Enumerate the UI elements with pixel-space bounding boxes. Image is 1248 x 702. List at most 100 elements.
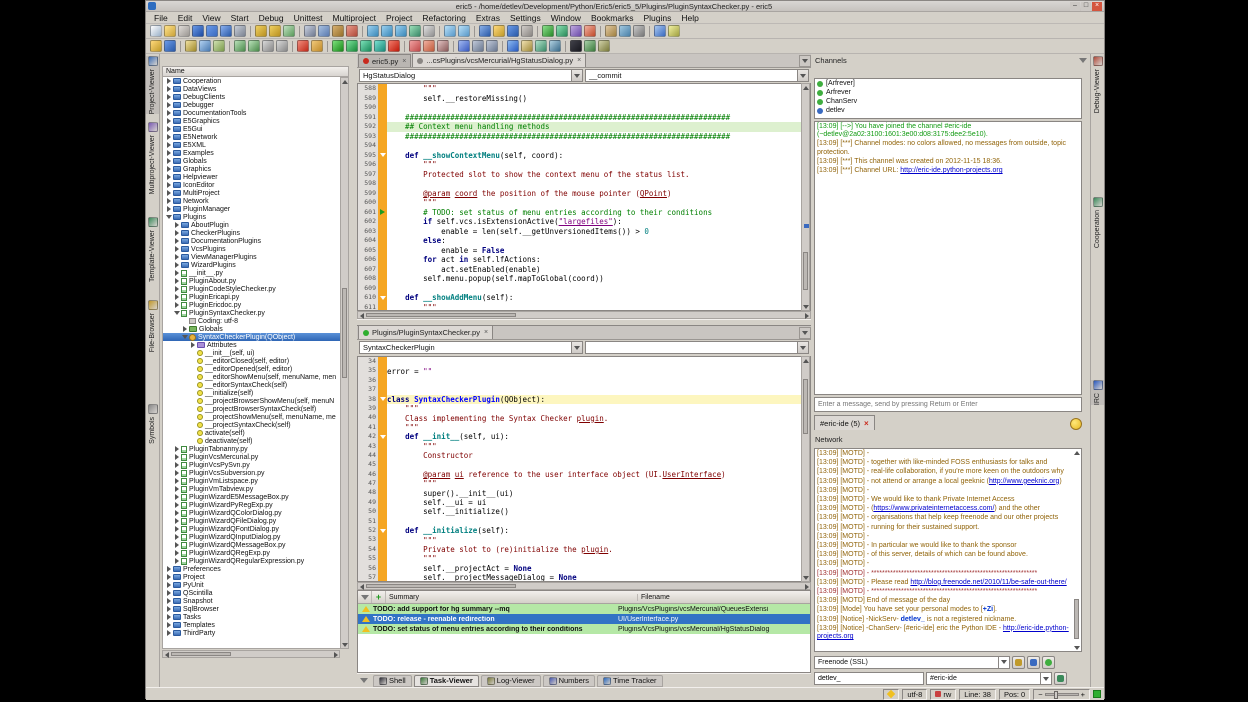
tree-expander[interactable]	[173, 254, 180, 260]
menu-view[interactable]: View	[197, 13, 225, 23]
channel-combo[interactable]: #eric-ide	[926, 672, 1052, 685]
close-icon[interactable]: ×	[484, 329, 488, 336]
tree-item[interactable]: DataViews	[163, 85, 348, 93]
code-line[interactable]: 40 Class implementing the Syntax Checker…	[358, 413, 810, 422]
tree-item[interactable]: Network	[163, 197, 348, 205]
step-over-icon[interactable]	[360, 40, 372, 52]
fold-margin[interactable]	[378, 413, 387, 422]
code-line[interactable]: 38class SyntaxCheckerPlugin(QObject):	[358, 395, 810, 404]
tree-item[interactable]: PluginSyntaxChecker.py	[163, 309, 348, 317]
close-project-icon[interactable]	[521, 25, 533, 37]
mail-icon[interactable]	[521, 40, 533, 52]
fold-margin[interactable]	[378, 84, 387, 94]
fold-margin[interactable]	[378, 517, 387, 526]
step-icon[interactable]	[346, 40, 358, 52]
fold-margin[interactable]	[378, 526, 387, 535]
tree-item[interactable]: PluginWizardQRegExp.py	[163, 549, 348, 557]
tree-expander[interactable]	[173, 311, 180, 315]
tree-item[interactable]: PyUnit	[163, 581, 348, 589]
fold-margin[interactable]	[378, 488, 387, 497]
tree-item[interactable]: DocumentationPlugins	[163, 237, 348, 245]
tree-header[interactable]: Name	[162, 66, 349, 77]
tree-item[interactable]: PluginWizardQInputDialog.py	[163, 533, 348, 541]
user-list-item[interactable]: [Arfrever]	[815, 79, 1081, 88]
tree-expander[interactable]	[165, 134, 172, 140]
fold-margin[interactable]	[378, 160, 387, 170]
code-line[interactable]: 51	[358, 517, 810, 526]
tree-item[interactable]: PluginWizardPyRegExp.py	[163, 501, 348, 509]
tree-expander[interactable]	[173, 550, 180, 556]
code-line[interactable]: 49 self.__ui = ui	[358, 498, 810, 507]
code-line[interactable]: 53 """	[358, 535, 810, 544]
indent-icon[interactable]	[262, 40, 274, 52]
identity-icon[interactable]	[1027, 656, 1040, 669]
cut-icon[interactable]	[304, 25, 316, 37]
code-line[interactable]: 601 # TODO: set status of menu entries a…	[358, 208, 810, 218]
fold-margin[interactable]	[378, 198, 387, 208]
save-multiproject-icon[interactable]	[164, 40, 176, 52]
tree-item[interactable]: PluginVcsPySvn.py	[163, 461, 348, 469]
tree-item[interactable]: Cooperation	[163, 77, 348, 85]
top-editor-vscrollbar[interactable]	[801, 83, 810, 311]
tree-expander[interactable]	[165, 622, 172, 628]
tree-expander[interactable]	[173, 222, 180, 228]
menu-settings[interactable]: Settings	[505, 13, 546, 23]
west-tab-project-viewer[interactable]: Project-Viewer	[146, 56, 159, 114]
unindent-icon[interactable]	[276, 40, 288, 52]
fold-margin[interactable]	[378, 113, 387, 123]
fold-margin[interactable]	[378, 103, 387, 113]
tree-item[interactable]: __editorClosed(self, editor)	[163, 357, 348, 365]
tree-expander[interactable]	[165, 166, 172, 172]
autocomplete-icon[interactable]	[199, 40, 211, 52]
code-line[interactable]: 41 """	[358, 423, 810, 432]
code-line[interactable]: 54 Private slot to (re)initialize the pl…	[358, 545, 810, 554]
tree-expander[interactable]	[165, 94, 172, 100]
tree-expander[interactable]	[165, 118, 172, 124]
code-line[interactable]: 590	[358, 103, 810, 113]
tree-item[interactable]: PluginWizardQFileDialog.py	[163, 517, 348, 525]
tree-item[interactable]: __editorSyntaxCheck(self)	[163, 381, 348, 389]
profile-script-icon[interactable]	[570, 25, 582, 37]
fold-margin[interactable]	[378, 132, 387, 142]
fold-margin[interactable]	[378, 303, 387, 312]
south-tab-time-tracker[interactable]: Time Tracker	[597, 675, 662, 687]
tree-expander[interactable]	[173, 278, 180, 284]
class-combo[interactable]: SyntaxCheckerPlugin	[359, 341, 583, 354]
network-dock-header[interactable]: Network	[812, 433, 1090, 446]
channels-dock-header[interactable]: Channels	[812, 54, 1090, 67]
log-window-icon[interactable]	[598, 40, 610, 52]
code-line[interactable]: 35error = ""	[358, 366, 810, 375]
tree-item[interactable]: VcsPlugins	[163, 245, 348, 253]
fold-margin[interactable]	[378, 545, 387, 554]
tree-expander[interactable]	[173, 478, 180, 484]
tree-item[interactable]: SyntaxCheckerPlugin(QObject)	[163, 333, 348, 341]
join-channel-icon[interactable]	[1054, 672, 1067, 685]
network-messages[interactable]: [13:09] [MOTD] -[13:09] [MOTD] - togethe…	[814, 448, 1082, 652]
code-line[interactable]: 605 enable = False	[358, 246, 810, 256]
tree-expander[interactable]	[165, 142, 172, 148]
filter-icon[interactable]	[357, 675, 371, 687]
tree-expander[interactable]	[165, 102, 172, 108]
plugin-repository-icon[interactable]	[549, 40, 561, 52]
tree-item[interactable]: PluginEricapi.py	[163, 293, 348, 301]
fold-margin[interactable]	[378, 179, 387, 189]
chevron-down-icon[interactable]	[571, 70, 582, 81]
nickname-input[interactable]	[814, 672, 924, 685]
tree-expander[interactable]	[173, 470, 180, 476]
undo-icon[interactable]	[255, 25, 267, 37]
chevron-down-icon[interactable]	[797, 342, 808, 353]
chevron-down-icon[interactable]	[797, 70, 808, 81]
west-tab-template-viewer[interactable]: Template-Viewer	[146, 217, 159, 282]
menu-refactoring[interactable]: Refactoring	[417, 13, 470, 23]
code-line[interactable]: 593 ####################################…	[358, 132, 810, 142]
west-tab-symbols[interactable]: Symbols	[146, 404, 159, 444]
add-task-icon[interactable]: +	[372, 591, 386, 603]
server-combo[interactable]: Freenode (SSL)	[814, 656, 1010, 669]
tree-item[interactable]: PluginVcsMercurial.py	[163, 453, 348, 461]
tree-item[interactable]: __initialize(self)	[163, 389, 348, 397]
fold-margin[interactable]	[378, 236, 387, 246]
fold-margin[interactable]	[378, 460, 387, 469]
next-breakpoint-icon[interactable]	[423, 40, 435, 52]
fold-margin[interactable]	[378, 293, 387, 303]
spell-check-icon[interactable]	[185, 40, 197, 52]
